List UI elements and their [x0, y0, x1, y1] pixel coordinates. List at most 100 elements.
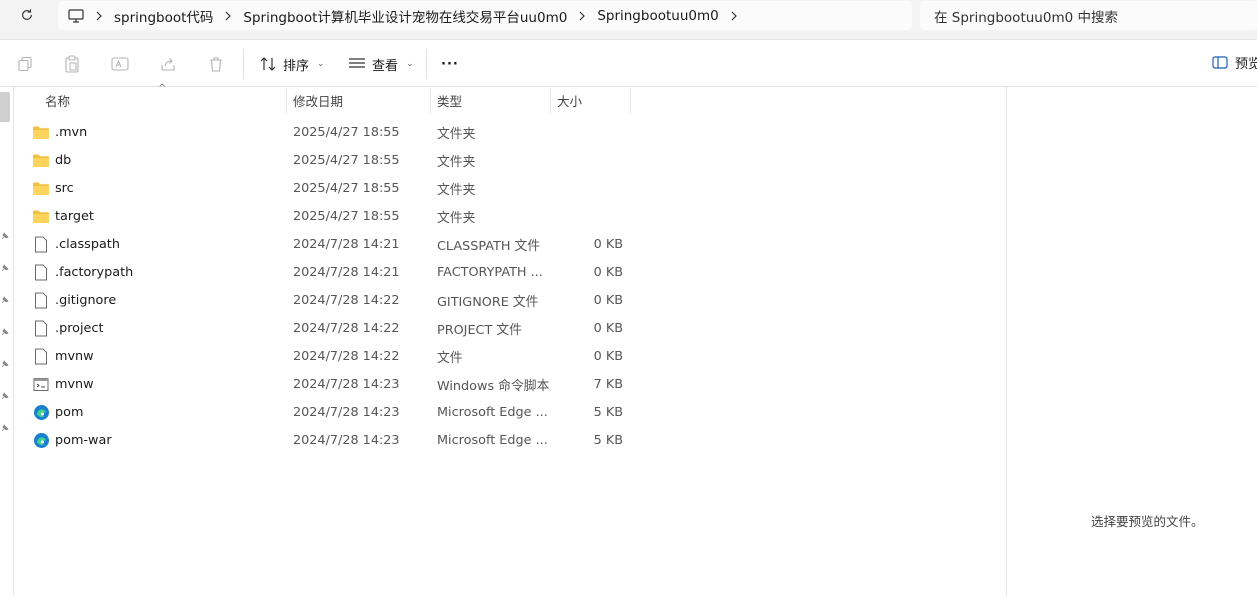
- refresh-button[interactable]: [14, 5, 40, 25]
- file-type: Microsoft Edge ...: [437, 404, 548, 420]
- more-icon: ···: [441, 56, 459, 72]
- file-row[interactable]: db 2025/4/27 18:55 文件夹: [14, 146, 1006, 174]
- breadcrumb-item[interactable]: springboot代码: [114, 6, 213, 26]
- file-row[interactable]: pom-war 2024/7/28 14:23 Microsoft Edge .…: [14, 426, 1006, 454]
- toolbar-divider: [426, 49, 427, 79]
- breadcrumb-chevron-icon[interactable]: [719, 11, 749, 21]
- file-row[interactable]: target 2025/4/27 18:55 文件夹: [14, 202, 1006, 230]
- column-header-type[interactable]: 类型: [437, 87, 462, 114]
- file-type: 文件: [437, 350, 463, 366]
- file-size: [554, 146, 623, 174]
- file-date: 2025/4/27 18:55: [293, 152, 400, 168]
- pin-icon: [1, 232, 9, 240]
- script-icon: [32, 375, 50, 393]
- view-list-icon: [349, 58, 365, 68]
- file-name: .classpath: [55, 236, 120, 252]
- copy-button[interactable]: [15, 54, 35, 74]
- file-size: 5 KB: [593, 404, 623, 420]
- column-header-date[interactable]: 修改日期: [293, 87, 343, 114]
- file-list-header: ^ 名称 修改日期 类型 大小: [14, 83, 1006, 114]
- share-button[interactable]: [158, 54, 178, 74]
- file-name: .project: [55, 320, 104, 336]
- file-row[interactable]: .factorypath 2024/7/28 14:21 FACTORYPATH…: [14, 258, 1006, 286]
- sort-button[interactable]: 排序 ⌄: [259, 52, 325, 76]
- file-name: db: [55, 152, 72, 168]
- file-row[interactable]: pom 2024/7/28 14:23 Microsoft Edge ... 5…: [14, 398, 1006, 426]
- file-size: 0 KB: [593, 236, 623, 252]
- file-type: Windows 命令脚本: [437, 378, 550, 394]
- file-type: 文件夹: [437, 126, 476, 142]
- paste-button[interactable]: [62, 54, 82, 74]
- folder-icon: [32, 151, 50, 169]
- column-header-name-label: 名称: [45, 94, 71, 109]
- file-icon: [32, 263, 50, 281]
- file-date: 2025/4/27 18:55: [293, 208, 400, 224]
- file-type: FACTORYPATH ...: [437, 264, 543, 280]
- file-date: 2025/4/27 18:55: [293, 180, 400, 196]
- file-type: 文件夹: [437, 154, 476, 170]
- search-placeholder[interactable]: 在 Springbootuu0m0 中搜索: [934, 6, 1118, 26]
- file-icon: [32, 235, 50, 253]
- file-row[interactable]: mvnw 2024/7/28 14:22 文件 0 KB: [14, 342, 1006, 370]
- share-icon: [161, 58, 175, 71]
- preview-pane: 选择要预览的文件。: [1006, 87, 1257, 596]
- preview-label: 预览: [1235, 57, 1257, 72]
- rename-button[interactable]: [110, 54, 130, 74]
- nav-scrollbar-thumb[interactable]: [0, 92, 10, 122]
- file-name: src: [55, 180, 74, 196]
- file-date: 2024/7/28 14:22: [293, 292, 400, 308]
- column-divider[interactable]: [550, 89, 551, 113]
- column-divider[interactable]: [430, 89, 431, 113]
- file-row[interactable]: .mvn 2025/4/27 18:55 文件夹: [14, 118, 1006, 146]
- column-header-type-label: 类型: [437, 94, 463, 109]
- preview-pane-button[interactable]: 预览: [1212, 53, 1257, 72]
- toolbar-divider: [243, 49, 244, 79]
- file-row[interactable]: mvnw 2024/7/28 14:23 Windows 命令脚本 7 KB: [14, 370, 1006, 398]
- file-row[interactable]: .project 2024/7/28 14:22 PROJECT 文件 0 KB: [14, 314, 1006, 342]
- address-bar-row: springboot代码 Springboot计算机毕业设计宠物在线交易平台uu…: [0, 0, 1257, 40]
- file-name: .gitignore: [55, 292, 117, 308]
- file-type: 文件夹: [437, 210, 476, 226]
- view-button[interactable]: 查看 ⌄: [348, 52, 414, 76]
- breadcrumb-chevron-icon[interactable]: [213, 11, 243, 21]
- delete-button[interactable]: [206, 54, 226, 74]
- file-row[interactable]: .gitignore 2024/7/28 14:22 GITIGNORE 文件 …: [14, 286, 1006, 314]
- clipboard-icon: [65, 55, 79, 73]
- breadcrumb-item[interactable]: Springboot计算机毕业设计宠物在线交易平台uu0m0: [243, 6, 567, 26]
- file-type: CLASSPATH 文件: [437, 238, 541, 254]
- file-name: .mvn: [55, 124, 88, 140]
- file-name: pom: [55, 404, 84, 420]
- breadcrumb-chevron-icon[interactable]: [84, 11, 114, 21]
- file-icon: [32, 347, 50, 365]
- breadcrumb-item[interactable]: Springbootuu0m0: [597, 8, 718, 24]
- command-bar: 排序 ⌄ 查看 ⌄ ··· 预览: [0, 41, 1257, 87]
- pin-icon: [1, 296, 9, 304]
- column-divider[interactable]: [630, 89, 631, 113]
- file-icon: [32, 291, 50, 309]
- file-date: 2024/7/28 14:22: [293, 320, 400, 336]
- file-size: 0 KB: [593, 292, 623, 308]
- pin-icon: [1, 264, 9, 272]
- copy-icon: [18, 56, 32, 72]
- file-date: 2024/7/28 14:21: [293, 264, 400, 280]
- file-type: PROJECT 文件: [437, 322, 522, 338]
- view-label: 查看: [372, 58, 399, 74]
- address-bar[interactable]: springboot代码 Springboot计算机毕业设计宠物在线交易平台uu…: [58, 1, 912, 30]
- folder-icon: [32, 207, 50, 225]
- search-box[interactable]: 在 Springbootuu0m0 中搜索: [920, 1, 1257, 30]
- computer-icon[interactable]: [68, 8, 84, 23]
- edge-icon: [32, 431, 50, 449]
- file-row[interactable]: src 2025/4/27 18:55 文件夹: [14, 174, 1006, 202]
- file-row[interactable]: .classpath 2024/7/28 14:21 CLASSPATH 文件 …: [14, 230, 1006, 258]
- breadcrumb-chevron-icon[interactable]: [567, 11, 597, 21]
- column-header-size-label: 大小: [557, 94, 583, 109]
- file-date: 2024/7/28 14:21: [293, 236, 400, 252]
- file-date: 2024/7/28 14:23: [293, 376, 400, 392]
- column-header-size[interactable]: 大小: [557, 87, 582, 114]
- chevron-down-icon: ⌄: [317, 59, 325, 69]
- column-header-name[interactable]: 名称: [45, 87, 70, 114]
- rename-icon: [111, 57, 129, 71]
- file-size: [554, 118, 623, 146]
- more-options-button[interactable]: ···: [441, 52, 459, 76]
- column-divider[interactable]: [286, 89, 287, 113]
